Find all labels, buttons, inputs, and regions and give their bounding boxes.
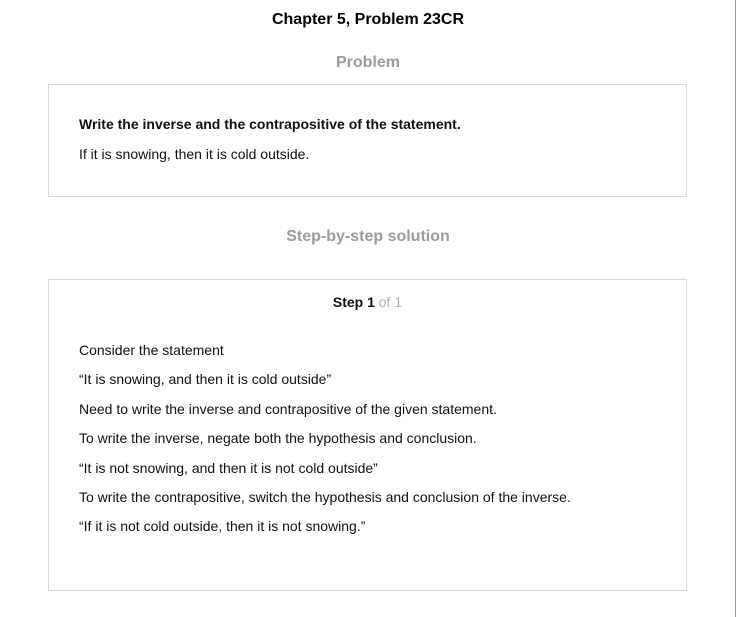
solution-line: “It is not snowing, and then it is not c…: [79, 459, 378, 476]
problem-prompt: Write the inverse and the contrapositive…: [79, 116, 461, 132]
solution-card: Step 1 of 1 Consider the statement “It i…: [48, 279, 687, 591]
page-title: Chapter 5, Problem 23CR: [271, 11, 465, 28]
page-right-border: [735, 0, 736, 617]
problem-statement: If it is snowing, then it is cold outsid…: [79, 146, 310, 162]
solution-line: To write the contrapositive, switch the …: [79, 488, 571, 505]
solution-line: “It is snowing, and then it is cold outs…: [79, 371, 332, 388]
solution-line: To write the inverse, negate both the hy…: [79, 430, 477, 447]
step-number: Step 1: [332, 294, 375, 310]
solution-heading: Step-by-step solution: [286, 228, 450, 245]
solution-body: Consider the statement “It is snowing, a…: [79, 342, 571, 548]
step-total: of 1: [378, 294, 403, 310]
problem-card: Write the inverse and the contrapositive…: [48, 84, 687, 197]
solution-line: Need to write the inverse and contraposi…: [79, 400, 497, 417]
problem-heading: Problem: [335, 54, 400, 71]
solution-line: Consider the statement: [79, 342, 224, 358]
step-indicator: Step 1 of 1: [49, 294, 686, 310]
solution-line: “If it is not cold outside, then it is n…: [79, 518, 366, 535]
